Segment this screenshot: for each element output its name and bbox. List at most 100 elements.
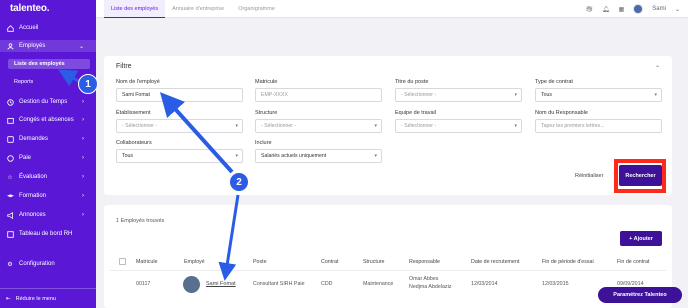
tab-annuaire[interactable]: Annuaire d'entreprise [165,0,231,18]
gift-icon[interactable]: 🎁︎ [585,6,593,13]
sidebar-item-label: Employés [19,43,46,49]
column-header[interactable]: Fin de période d'essai [542,259,594,265]
calendar-icon [6,116,14,124]
chevron-down-icon: ⌄ [78,43,84,50]
users-icon [6,42,14,50]
chevron-down-icon: ▾ [514,92,517,98]
sidebar-item-demandes[interactable]: Demandes › [0,133,96,145]
money-icon [6,154,14,162]
etablissement-label: Établissement [116,110,151,116]
sidebar-item-label: Configuration [19,261,55,267]
avatar [183,276,200,293]
sidebar-item-configuration[interactable]: ⚙ Configuration [0,258,96,270]
sidebar-item-formation[interactable]: Formation › [0,190,96,202]
structure-select[interactable]: - Sélectionner - ▾ [255,119,382,133]
cell-matricule: 00117 [136,281,151,287]
column-header[interactable]: Employé [184,259,205,265]
chevron-down-icon: ▾ [235,153,238,159]
cell-structure: Maintenance [363,281,394,287]
chevron-down-icon: ▾ [374,153,377,159]
chevron-right-icon: › [82,193,84,199]
sidebar-item-label: Tableau de bord RH [19,231,73,237]
cell-responsable-2: Nedjma Abdelaziz [409,284,452,290]
column-header[interactable]: Contrat [321,259,338,265]
search-button[interactable]: Rechercher [619,165,662,186]
home-icon [6,24,14,32]
reset-button[interactable]: Réinitialiser [575,173,603,179]
chevron-down-icon[interactable]: ⌄ [675,6,680,13]
sidebar-item-annonces[interactable]: Annonces › [0,209,96,221]
sidebar-item-label: Demandes [19,136,49,142]
column-header[interactable]: Responsable [409,259,440,265]
equipe-select[interactable]: - Sélectionner - ▾ [395,119,522,133]
top-bar: Liste des employés Annuaire d'entreprise… [96,0,688,18]
bell-icon[interactable]: 🔔︎ [602,6,610,13]
clock-icon [6,98,14,106]
chevron-down-icon: ▾ [235,123,238,129]
responsable-input[interactable]: Tapez les premiers lettres... [535,119,662,133]
column-header[interactable]: Date de recrutement [471,259,519,265]
contrat-select[interactable]: Tous ▾ [535,88,662,102]
collapse-icon: ⇤ [6,295,11,302]
collaborateurs-select[interactable]: Tous ▾ [116,149,243,163]
tabs: Liste des employés Annuaire d'entreprise… [104,0,282,18]
app-logo: talenteo. [10,3,50,14]
equipe-label: Equipe de travail [395,110,436,116]
employee-link[interactable]: Sami Fomat [206,281,236,287]
contrat-label: Type de contrat [535,79,573,85]
user-name[interactable]: Sami [652,6,666,12]
help-button[interactable]: Paramétrez Talenteo [598,287,682,303]
responsable-label: Nom du Responsable [535,110,588,116]
sidebar-item-label: Accueil [19,25,39,31]
inbox-icon [6,135,14,143]
structure-label: Structure [255,110,278,116]
sidebar-subitem-liste[interactable]: Liste des employés [8,59,90,69]
results-count: 1 Employés trouvés [116,218,165,224]
equipe-value: - Sélectionner - [401,123,437,129]
column-header[interactable]: Fin de contrat [617,259,649,265]
titre-label: Titre du poste [395,79,429,85]
column-header[interactable]: Poste [253,259,267,265]
inclure-label: Inclure [255,140,272,146]
sidebar-item-paie[interactable]: Paie › [0,152,96,164]
column-header[interactable]: Structure [363,259,385,265]
cell-responsable-1: Omar Abbes [409,276,439,282]
chevron-right-icon: › [82,117,84,123]
inclure-select[interactable]: Salariés actuels uniquement ▾ [255,149,382,163]
matricule-input[interactable]: EMP-XXXX [255,88,382,102]
chevron-right-icon: › [82,99,84,105]
collapse-menu-button[interactable]: ⇤ Réduire le menu [0,288,96,308]
star-icon: ☆ [7,174,13,181]
inclure-value: Salariés actuels uniquement [261,153,327,159]
chevron-down-icon[interactable]: ⌄ [655,62,660,69]
cell-recrutement: 12/03/2014 [471,281,498,287]
add-employee-button[interactable]: + Ajouter [620,231,662,246]
sidebar-item-label: Formation [19,193,47,199]
avatar[interactable] [633,4,644,14]
column-header[interactable]: Matricule [136,259,158,265]
titre-select[interactable]: - Sélectionner - ▾ [395,88,522,102]
sidebar-item-employes[interactable]: Employés ⌄ [0,40,96,52]
apps-grid-icon[interactable]: ▦ [619,6,625,13]
sidebar-item-label: Évaluation [19,174,48,180]
tab-organigramme[interactable]: Organigramme [231,0,282,18]
select-all-checkbox[interactable] [119,258,126,265]
sidebar-item-accueil[interactable]: Accueil [0,22,96,34]
sidebar-item-dashboard[interactable]: Tableau de bord RH [0,228,96,240]
tab-liste-employes[interactable]: Liste des employés [104,0,166,18]
sidebar-item-label: Gestion du Temps [19,99,68,105]
chevron-down-icon: ▾ [654,92,657,98]
cell-essai: 12/03/2015 [542,281,569,287]
sidebar-item-label: Paie [19,155,32,161]
sidebar-item-evaluation[interactable]: ☆ Évaluation › [0,171,96,183]
megaphone-icon [6,211,14,219]
nom-label: Nom de l'employé [116,79,160,85]
step-2-badge: 2 [229,172,249,192]
filter-title: Filtre [116,63,132,70]
nom-input[interactable]: Sami Fomat [116,88,243,102]
sidebar-item-temps[interactable]: Gestion du Temps › [0,96,96,108]
etablissement-select[interactable]: - Sélectionner - ▾ [116,119,243,133]
chevron-right-icon: › [82,155,84,161]
sidebar-item-conges[interactable]: Congés et absences › [0,114,96,126]
step-1-badge: 1 [78,74,98,94]
